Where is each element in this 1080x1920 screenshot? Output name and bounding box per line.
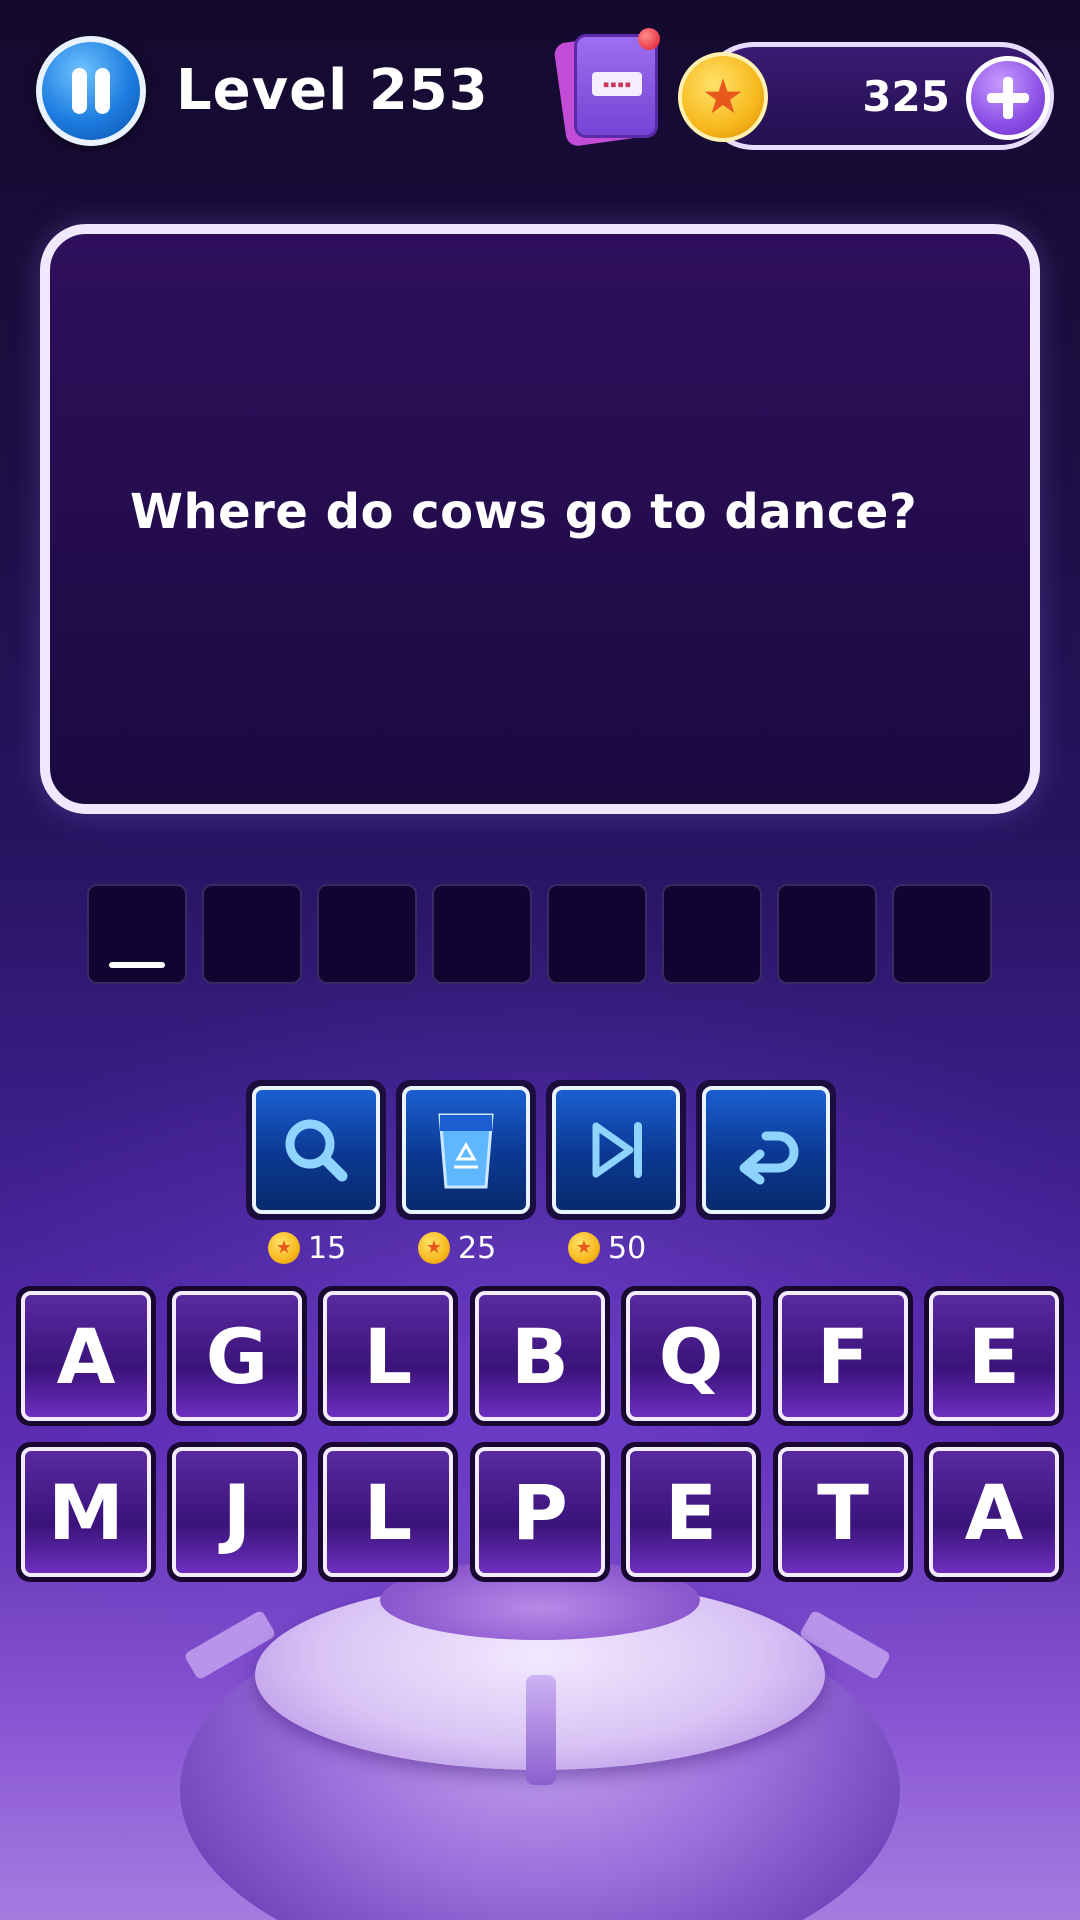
- letter-key-label: A: [929, 1447, 1059, 1577]
- letter-key[interactable]: Q: [621, 1286, 761, 1426]
- answer-slot[interactable]: [87, 884, 187, 984]
- letter-key-label: J: [172, 1447, 302, 1577]
- answer-slot[interactable]: [777, 884, 877, 984]
- undo-arrow-icon: [739, 1131, 799, 1185]
- pause-icon: [72, 68, 87, 114]
- remove-letters-button[interactable]: [396, 1080, 536, 1220]
- cursor-indicator: [109, 962, 165, 968]
- platform-decoration: [0, 1560, 1080, 1920]
- letter-key[interactable]: L: [318, 1442, 458, 1582]
- notification-dot-icon: [638, 28, 660, 50]
- letter-key[interactable]: G: [167, 1286, 307, 1426]
- letter-key[interactable]: A: [924, 1442, 1064, 1582]
- coin-icon: ★: [678, 52, 768, 142]
- undo-button[interactable]: [696, 1080, 836, 1220]
- letter-key-label: G: [172, 1291, 302, 1421]
- answer-slot[interactable]: [662, 884, 762, 984]
- letter-key-label: B: [475, 1291, 605, 1421]
- letter-key-label: A: [21, 1291, 151, 1421]
- letter-key[interactable]: F: [773, 1286, 913, 1426]
- letter-key-label: P: [475, 1447, 605, 1577]
- letter-key-label: F: [778, 1291, 908, 1421]
- skip-level-button[interactable]: [546, 1080, 686, 1220]
- recycle-bin-icon: [438, 1113, 494, 1189]
- answer-slots: [87, 884, 993, 984]
- star-icon: ★: [701, 69, 745, 125]
- letter-key[interactable]: B: [470, 1286, 610, 1426]
- coin-icon: ★: [268, 1232, 300, 1264]
- remove-cost: ★ 25: [418, 1228, 496, 1268]
- letter-key-label: E: [626, 1447, 756, 1577]
- letter-key[interactable]: P: [470, 1442, 610, 1582]
- collection-book-button[interactable]: ▪▪▪▪: [553, 28, 664, 148]
- question-card: Where do cows go to dance?: [40, 224, 1040, 814]
- skip-button-face: [552, 1086, 680, 1214]
- answer-slot[interactable]: [202, 884, 302, 984]
- question-text: Where do cows go to dance?: [130, 484, 918, 540]
- pause-button[interactable]: [36, 36, 146, 146]
- letter-key[interactable]: E: [621, 1442, 761, 1582]
- cost-label: 25: [458, 1230, 497, 1266]
- letter-key[interactable]: L: [318, 1286, 458, 1426]
- letter-key[interactable]: A: [16, 1286, 156, 1426]
- letter-key-label: T: [778, 1447, 908, 1577]
- letter-key-label: E: [929, 1291, 1059, 1421]
- answer-slot[interactable]: [317, 884, 417, 984]
- platform-peg: [526, 1675, 556, 1785]
- level-title: Level 253: [176, 58, 489, 123]
- letter-key[interactable]: T: [773, 1442, 913, 1582]
- coin-icon: ★: [418, 1232, 450, 1264]
- letter-key[interactable]: E: [924, 1286, 1064, 1426]
- skip-cost: ★ 50: [568, 1228, 646, 1268]
- coin-icon: ★: [568, 1232, 600, 1264]
- remove-button-face: [402, 1086, 530, 1214]
- reveal-letter-button[interactable]: [246, 1080, 386, 1220]
- letter-key[interactable]: M: [16, 1442, 156, 1582]
- reveal-cost: ★ 15: [268, 1228, 346, 1268]
- letter-key-label: M: [21, 1447, 151, 1577]
- magnifier-icon: [285, 1119, 348, 1182]
- cost-label: 50: [608, 1230, 647, 1266]
- coin-count: 325: [862, 72, 950, 121]
- pause-icon-bar: [95, 68, 110, 114]
- skip-icon: [592, 1122, 642, 1178]
- letter-key-label: Q: [626, 1291, 756, 1421]
- answer-slot[interactable]: [892, 884, 992, 984]
- add-coins-button[interactable]: [966, 56, 1050, 140]
- reveal-button-face: [252, 1086, 380, 1214]
- undo-button-face: [702, 1086, 830, 1214]
- letter-key-label: L: [323, 1447, 453, 1577]
- answer-slot[interactable]: [547, 884, 647, 984]
- letter-key-label: L: [323, 1291, 453, 1421]
- letter-key[interactable]: J: [167, 1442, 307, 1582]
- answer-slot[interactable]: [432, 884, 532, 984]
- book-label-icon: ▪▪▪▪: [592, 72, 642, 96]
- cost-label: 15: [308, 1230, 347, 1266]
